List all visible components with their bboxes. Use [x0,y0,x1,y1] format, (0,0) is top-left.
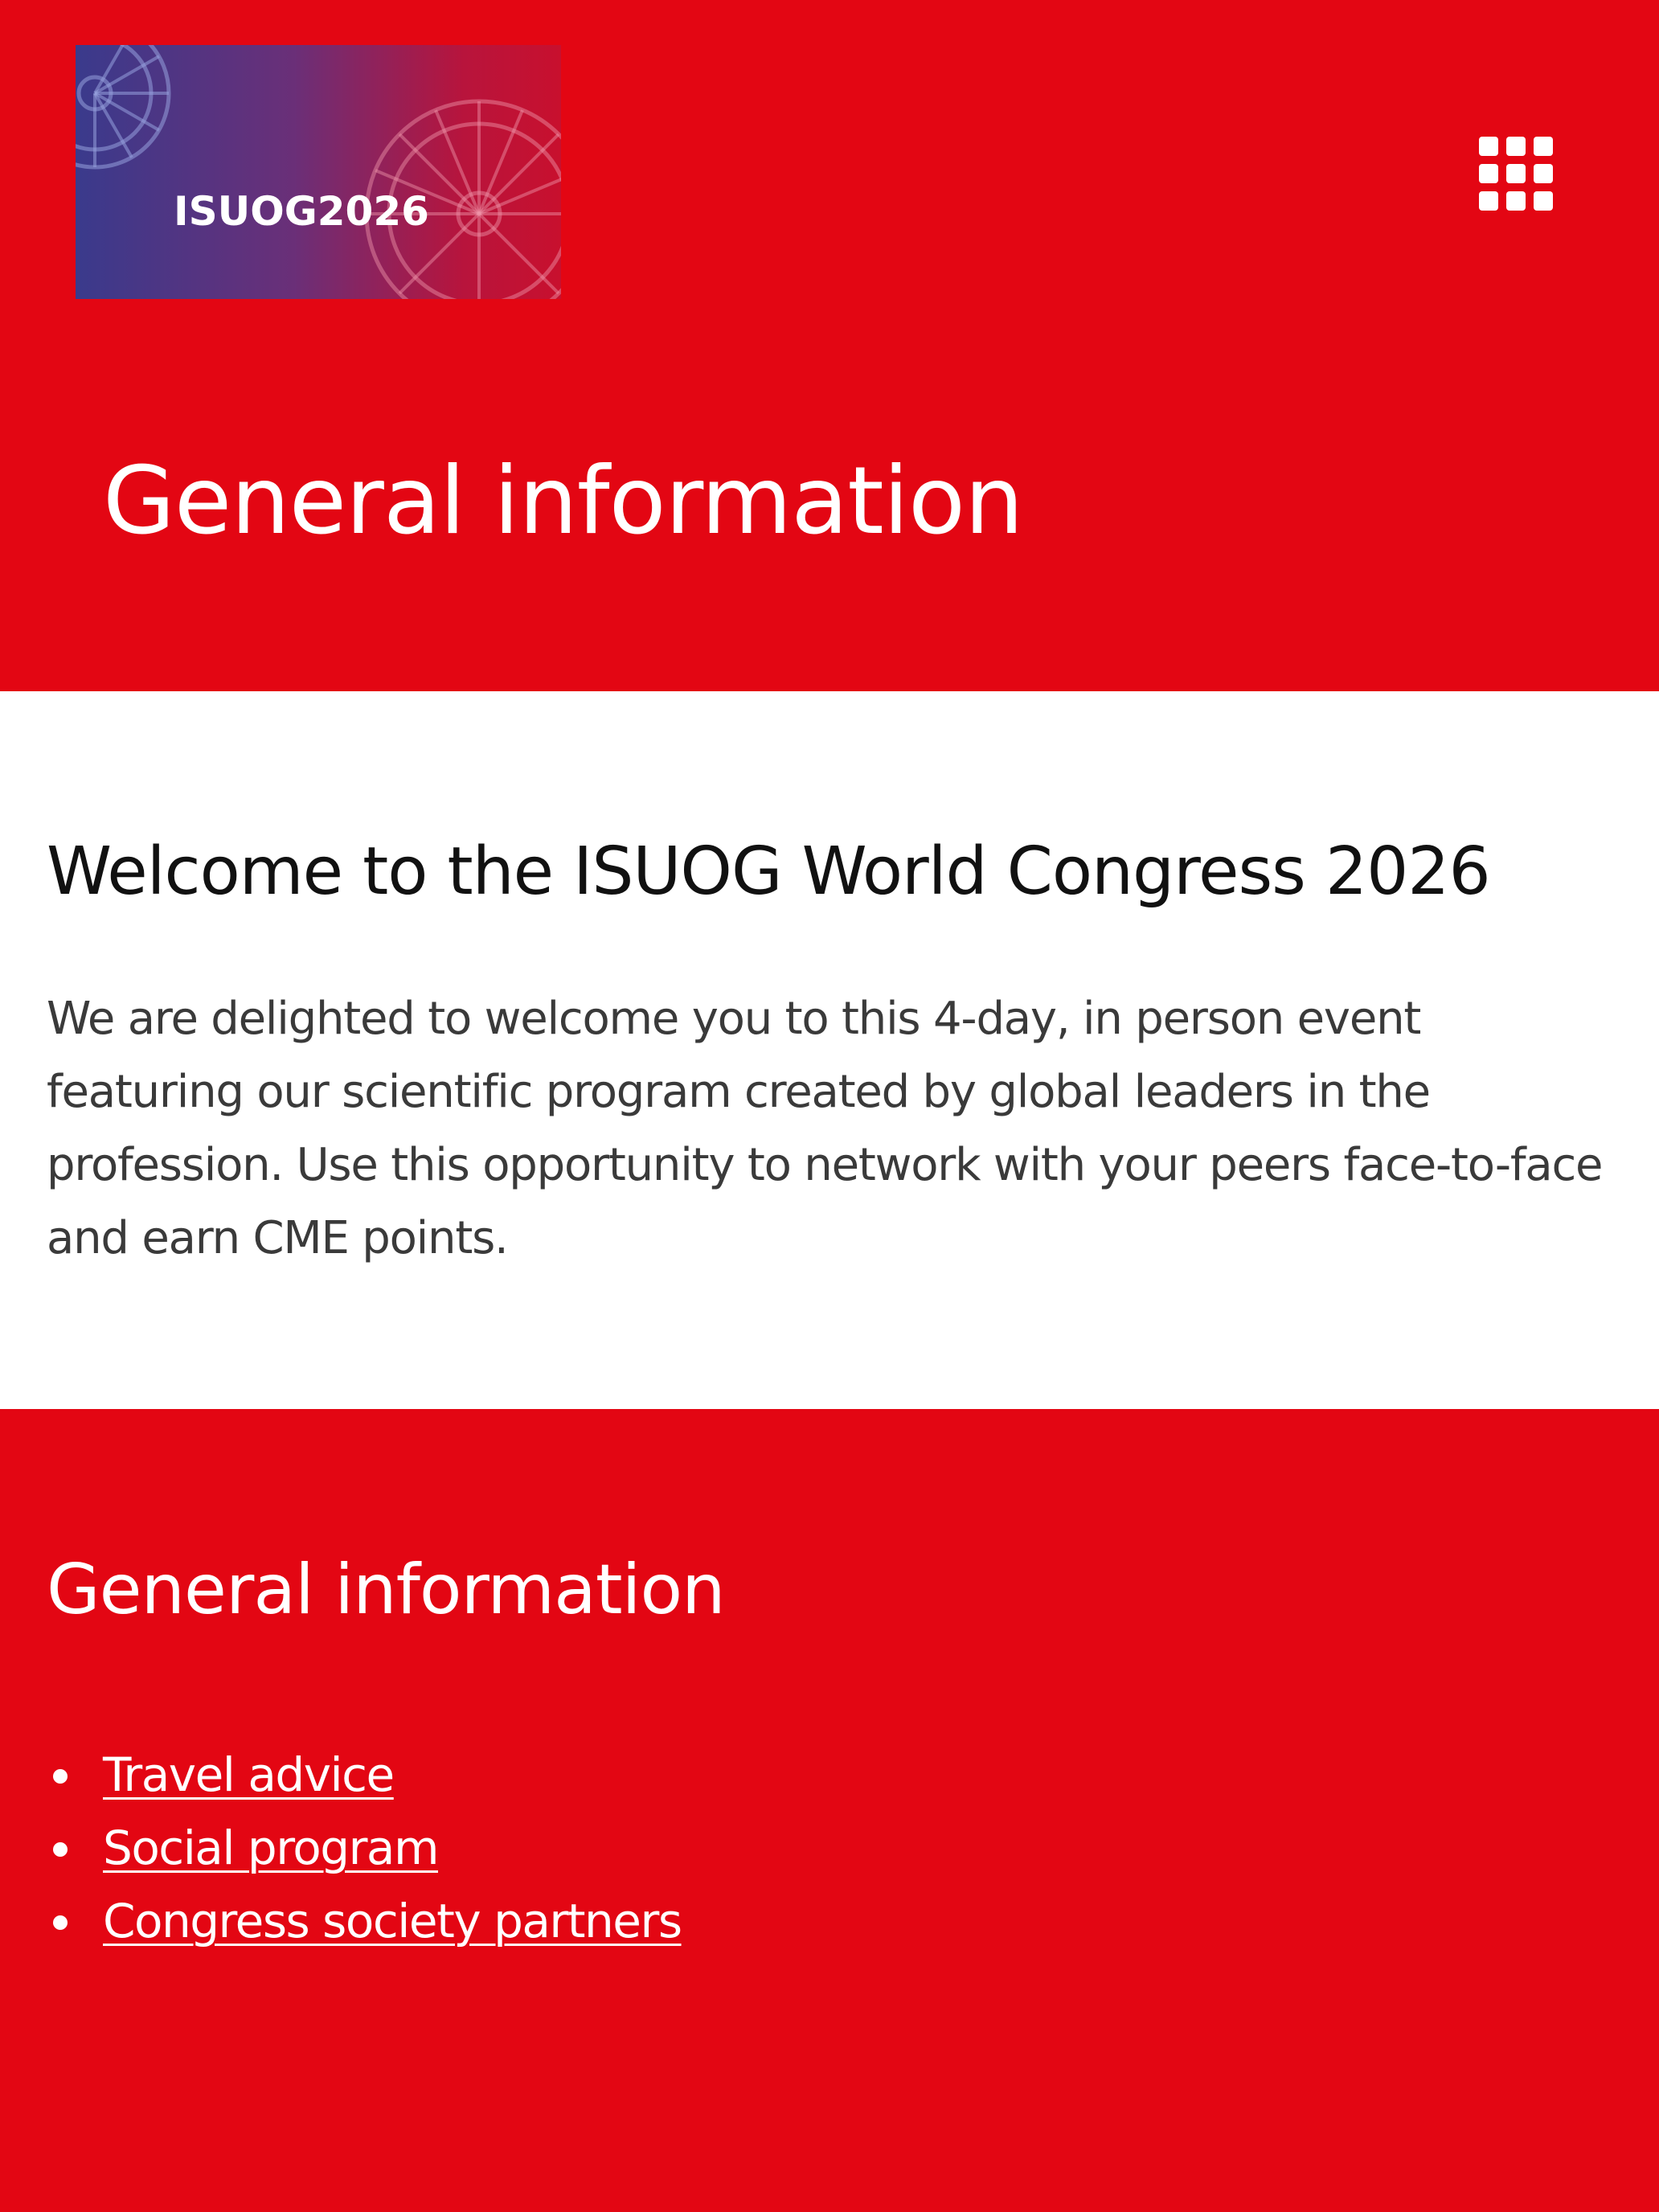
welcome-heading: Welcome to the ISUOG World Congress 2026 [47,834,1491,910]
social-program-link[interactable]: Social program [103,1821,439,1875]
site-header: ISUOG2026 General information [0,0,1659,691]
list-item: Social program [47,1812,682,1885]
page-title: General information [103,447,1024,555]
gear-pattern-icon [76,45,561,299]
travel-advice-link[interactable]: Travel advice [103,1747,395,1802]
menu-button[interactable] [1476,133,1556,214]
welcome-body: We are delighted to welcome you to this … [47,993,1604,1264]
list-item: Travel advice [47,1739,682,1812]
general-info-links: Travel advice Social program Congress so… [47,1739,682,1958]
general-info-section: General information Travel advice Social… [0,1409,1659,2212]
general-info-heading: General information [47,1550,726,1630]
bullet-icon [53,1769,68,1784]
isuog-logo[interactable]: ISUOG2026 [76,45,561,299]
welcome-section: Welcome to the ISUOG World Congress 2026… [0,691,1659,1409]
bullet-icon [53,1842,68,1857]
logo-text: ISUOG2026 [174,188,429,235]
congress-society-partners-link[interactable]: Congress society partners [103,1894,682,1948]
bullet-icon [53,1915,68,1930]
list-item: Congress society partners [47,1885,682,1958]
grid-menu-icon [1479,137,1553,211]
